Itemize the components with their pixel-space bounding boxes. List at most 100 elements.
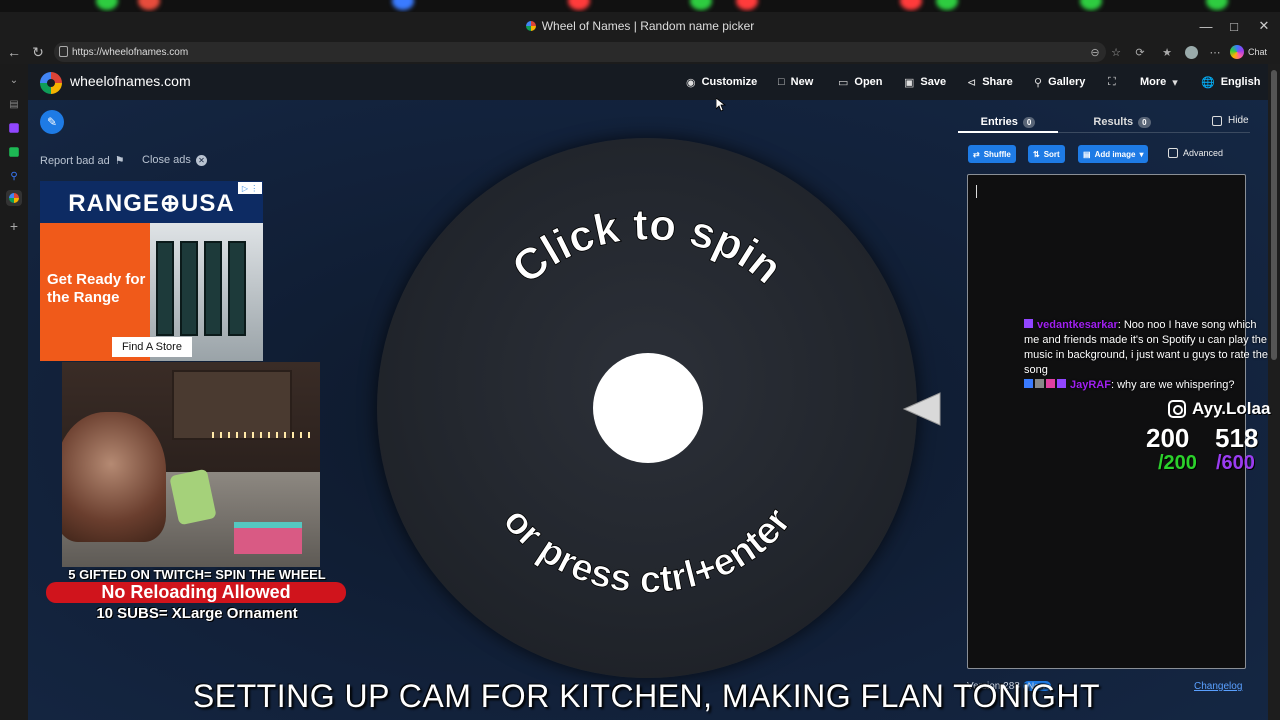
favorite-star-icon[interactable]: ☆: [1108, 44, 1124, 60]
search-icon[interactable]: ⚲: [6, 168, 22, 184]
palette-icon: ◉: [686, 76, 696, 89]
language-button[interactable]: 🌐 English: [1201, 74, 1260, 90]
wheel-center-hub[interactable]: [593, 353, 703, 463]
green-app-icon[interactable]: [9, 147, 19, 157]
promo-banner: No Reloading Allowed: [46, 582, 346, 603]
adchoices-icon[interactable]: ▷ ⋮: [238, 182, 262, 194]
more-options-icon[interactable]: ⋯: [1207, 44, 1223, 60]
more-button[interactable]: More ▾: [1140, 74, 1178, 90]
edit-pencil-button[interactable]: ✎: [40, 110, 64, 134]
chevron-down-icon[interactable]: ⌄: [6, 72, 22, 88]
close-ads-link[interactable]: Close ads ✕: [142, 154, 207, 166]
save-button[interactable]: ▣ Save: [904, 74, 946, 90]
ad-tagline: Get Ready for the Range: [47, 271, 146, 306]
favorites-icon[interactable]: ★: [1159, 44, 1175, 60]
goal-count-left: 200: [1146, 423, 1190, 453]
entries-textarea[interactable]: [967, 174, 1246, 669]
booth-shape: [180, 241, 198, 336]
report-ad-link[interactable]: Report bad ad ⚑: [40, 154, 125, 168]
site-info-icon[interactable]: [59, 46, 68, 57]
instagram-icon: [1168, 400, 1186, 418]
copilot-icon: [1230, 45, 1244, 59]
refresh-icon[interactable]: ↻: [26, 40, 50, 64]
reader-icon[interactable]: ⊖: [1087, 44, 1103, 60]
url-input[interactable]: https://wheelofnames.com: [54, 42, 1106, 62]
fullscreen-button[interactable]: ⛶: [1108, 74, 1116, 90]
floppy-icon: ▣: [904, 76, 915, 89]
copilot-chat-button[interactable]: Chat: [1230, 43, 1267, 61]
tab-list-icon[interactable]: ▤: [6, 96, 22, 112]
checkbox-icon: [1212, 115, 1222, 126]
site-logo-icon[interactable]: [40, 72, 62, 94]
share-button[interactable]: ⊲ Share: [967, 74, 1013, 90]
page-scrollbar[interactable]: [1268, 64, 1280, 720]
profile-avatar[interactable]: [1183, 44, 1199, 60]
new-button[interactable]: □ New: [778, 74, 813, 90]
advanced-checkbox[interactable]: Advanced: [1168, 148, 1223, 158]
wheel-tab-icon[interactable]: [6, 190, 22, 206]
tab-results[interactable]: Results 0: [1062, 112, 1182, 132]
site-name[interactable]: wheelofnames.com: [70, 73, 191, 89]
goal-total-right: /600: [1216, 452, 1255, 474]
goal-total-left: /200: [1158, 452, 1197, 474]
share-icon: ⊲: [967, 76, 977, 89]
streamer-figure: [62, 412, 166, 542]
chat-badge-icon: [1024, 379, 1033, 388]
light-orb: [568, 0, 590, 10]
advertisement[interactable]: RANGE⊕USA Get Ready for the Range Find A…: [40, 181, 263, 361]
close-window-button[interactable]: ✕: [1248, 12, 1280, 40]
chat-overlay: vedantkesarkar: Noo noo I have song whic…: [1024, 318, 1268, 393]
desktop-strip: [0, 0, 1280, 12]
chat-message: vedantkesarkar: Noo noo I have song whic…: [1024, 319, 1268, 376]
hide-checkbox[interactable]: Hide: [1212, 115, 1249, 126]
booth-shape: [156, 241, 174, 336]
extensions-icon[interactable]: ⟳: [1132, 44, 1148, 60]
booth-shape: [204, 241, 222, 336]
chat-badge-icon: [1024, 319, 1033, 328]
app-header: wheelofnames.com ◉ Customize □ New ▭ Open ▣…: [28, 64, 1268, 100]
chat-message: JayRAF: why are we whispering?: [1024, 378, 1268, 393]
flag-icon: ⚑: [114, 155, 125, 167]
maximize-button[interactable]: □: [1218, 12, 1250, 40]
light-orb: [392, 0, 414, 10]
twitch-icon[interactable]: [9, 123, 19, 133]
pencil-icon: ✎: [46, 115, 58, 129]
text-caret: [976, 185, 977, 198]
light-orb: [736, 0, 758, 10]
light-orb: [1206, 0, 1228, 10]
back-icon[interactable]: ←: [2, 40, 26, 64]
goal-count-right: 518: [1215, 423, 1259, 453]
tab-entries[interactable]: Entries 0: [958, 112, 1058, 132]
click-to-spin-text: Click to spin: [503, 200, 791, 293]
light-orb: [936, 0, 958, 10]
promo-line: 10 SUBS= XLarge Ornament: [96, 605, 298, 622]
search-icon: ⚲: [1034, 76, 1043, 89]
webcam-feed: [62, 362, 320, 567]
add-tab-icon[interactable]: +: [6, 218, 22, 234]
booth-shape: [228, 241, 246, 336]
browser-sidebar: ⌄ ▤ ⚲ +: [0, 64, 28, 720]
cam-cabinet: [172, 370, 292, 440]
customize-button[interactable]: ◉ Customize: [686, 74, 757, 90]
globe-icon: 🌐: [1201, 76, 1215, 89]
gift-box: [234, 522, 302, 554]
shuffle-button[interactable]: ⇄ Shuffle: [968, 145, 1016, 163]
scrollbar-thumb[interactable]: [1271, 70, 1277, 360]
gallery-button[interactable]: ⚲ Gallery: [1034, 74, 1085, 90]
chat-badge-icon: [1057, 379, 1066, 388]
mouse-cursor-icon: [716, 98, 726, 112]
close-circle-icon: ✕: [195, 154, 207, 166]
open-button[interactable]: ▭ Open: [838, 74, 883, 90]
find-store-button[interactable]: Find A Store: [112, 337, 192, 357]
promo-line: 5 GIFTED ON TWITCH= SPIN THE WHEEL: [68, 567, 326, 582]
sort-button[interactable]: ⇅ Sort: [1028, 145, 1065, 163]
add-image-button[interactable]: ▤ Add image ▾: [1078, 145, 1149, 163]
sort-icon: ⇅: [1033, 149, 1040, 159]
tab-favicon-icon: [525, 21, 536, 31]
press-ctrl-enter-text: or press ctrl+enter: [495, 500, 799, 601]
file-icon: □: [778, 76, 785, 88]
image-icon: ▤: [1083, 149, 1091, 159]
stream-caption: SETTING UP CAM FOR KITCHEN, MAKING FLAN …: [192, 678, 1101, 714]
light-orb: [1080, 0, 1102, 10]
shuffle-icon: ⇄: [973, 149, 980, 159]
